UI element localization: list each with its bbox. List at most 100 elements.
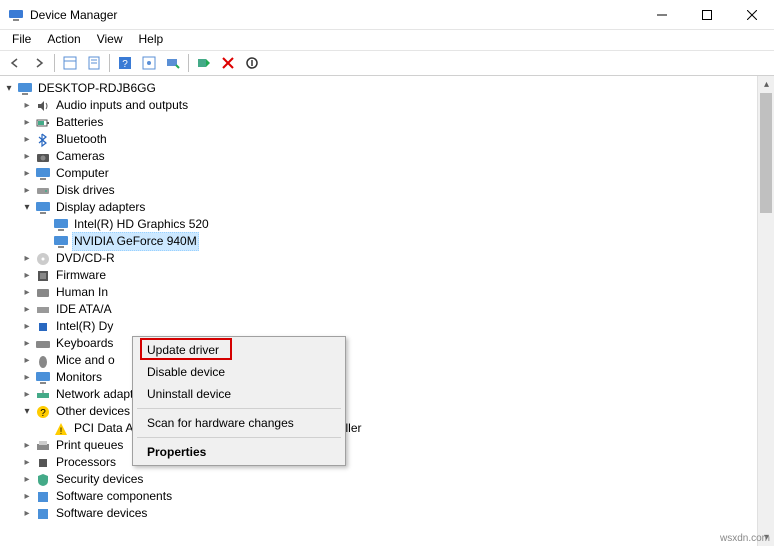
chevron-right-icon[interactable]: ▸ [20, 167, 34, 181]
titlebar: Device Manager [0, 0, 774, 30]
tree-item-swdev[interactable]: ▸ Software devices [20, 505, 774, 522]
tree-item-firmware[interactable]: ▸Firmware [20, 267, 774, 284]
tree-item-dvd[interactable]: ▸ DVD/CD-R [20, 250, 774, 267]
tree-item-ide[interactable]: ▸ IDE ATA/A [20, 301, 774, 318]
ide-icon [35, 302, 51, 318]
watermark: wsxdn.com [720, 533, 770, 544]
tree-label: Intel(R) HD Graphics 520 [72, 216, 211, 233]
tree-item-diskdrives[interactable]: ▸ Disk drives [20, 182, 774, 199]
context-uninstall-device[interactable]: Uninstall device [135, 383, 343, 405]
toolbar: ? [0, 50, 774, 76]
tree-item-computer[interactable]: ▸ Computer [20, 165, 774, 182]
vertical-scrollbar[interactable]: ▴ ▾ [757, 76, 774, 546]
chevron-right-icon[interactable]: ▸ [20, 320, 34, 334]
scroll-up-icon[interactable]: ▴ [758, 76, 774, 93]
tree-label: Computer [54, 165, 111, 182]
chevron-right-icon[interactable]: ▸ [20, 184, 34, 198]
maximize-button[interactable] [684, 0, 729, 30]
svg-text:?: ? [40, 408, 46, 419]
component-icon [35, 489, 51, 505]
disable-button[interactable] [241, 52, 263, 74]
tree-label: Print queues [54, 437, 125, 454]
uninstall-button[interactable] [217, 52, 239, 74]
tree-item-audio[interactable]: ▸Audio inputs and outputs [20, 97, 774, 114]
back-button[interactable] [4, 52, 26, 74]
chevron-right-icon[interactable]: ▸ [20, 337, 34, 351]
display-icon [35, 200, 51, 216]
chevron-right-icon[interactable]: ▸ [20, 490, 34, 504]
tree-item-display-nvidia[interactable]: NVIDIA GeForce 940M [38, 233, 774, 250]
chevron-right-icon[interactable]: ▸ [20, 269, 34, 283]
minimize-button[interactable] [639, 0, 684, 30]
scrollbar-thumb[interactable] [760, 93, 772, 213]
tree-label: Disk drives [54, 182, 117, 199]
context-properties[interactable]: Properties [135, 441, 343, 463]
audio-icon [35, 98, 51, 114]
chevron-right-icon[interactable]: ▸ [20, 133, 34, 147]
device-manager-icon [8, 7, 24, 23]
chevron-right-icon[interactable]: ▸ [20, 388, 34, 402]
toolbar-sep [188, 54, 189, 72]
chevron-down-icon[interactable]: ▾ [20, 405, 34, 419]
tree-item-display-intel[interactable]: Intel(R) HD Graphics 520 [38, 216, 774, 233]
chevron-right-icon[interactable]: ▸ [20, 303, 34, 317]
battery-icon [35, 115, 51, 131]
tree-label: DVD/CD-R [54, 250, 117, 267]
properties-button[interactable] [83, 52, 105, 74]
hid-icon [35, 285, 51, 301]
chevron-right-icon[interactable]: ▸ [20, 286, 34, 300]
tree-item-swcomp[interactable]: ▸Software components [20, 488, 774, 505]
tree-item-cameras[interactable]: ▸ Cameras [20, 148, 774, 165]
display-icon [53, 234, 69, 250]
tree-label: Cameras [54, 148, 107, 165]
chevron-right-icon[interactable]: ▸ [20, 371, 34, 385]
tree-label: IDE ATA/A [54, 301, 114, 318]
warning-icon: ! [53, 421, 69, 437]
context-disable-device[interactable]: Disable device [135, 361, 343, 383]
action-button[interactable] [138, 52, 160, 74]
chevron-right-icon[interactable]: ▸ [20, 99, 34, 113]
tree-label: Intel(R) Dy [54, 318, 115, 335]
chevron-right-icon[interactable]: ▸ [20, 252, 34, 266]
chevron-right-icon[interactable]: ▸ [20, 354, 34, 368]
chevron-right-icon[interactable]: ▸ [20, 150, 34, 164]
chevron-right-icon[interactable]: ▸ [20, 507, 34, 521]
tree-label: Mice and o [54, 352, 117, 369]
tree-item-batteries[interactable]: ▸Batteries [20, 114, 774, 131]
tree-root[interactable]: ▾ DESKTOP-RDJB6GG [2, 80, 774, 97]
forward-button[interactable] [28, 52, 50, 74]
keyboard-icon [35, 336, 51, 352]
chevron-right-icon[interactable]: ▸ [20, 456, 34, 470]
menu-help[interactable]: Help [131, 30, 172, 50]
mouse-icon [35, 353, 51, 369]
tree-item-display[interactable]: ▾ Display adapters [20, 199, 774, 216]
tree-label: Keyboards [54, 335, 115, 352]
tree-item-intelr[interactable]: ▸ Intel(R) Dy [20, 318, 774, 335]
close-button[interactable] [729, 0, 774, 30]
chevron-down-icon[interactable]: ▾ [2, 82, 16, 96]
help-button[interactable]: ? [114, 52, 136, 74]
menu-view[interactable]: View [89, 30, 131, 50]
scan-button[interactable] [162, 52, 184, 74]
chevron-down-icon[interactable]: ▾ [20, 201, 34, 215]
show-hide-tree-button[interactable] [59, 52, 81, 74]
menu-file[interactable]: File [4, 30, 39, 50]
tree-label: Display adapters [54, 199, 147, 216]
tree-item-security[interactable]: ▸Security devices [20, 471, 774, 488]
chevron-right-icon[interactable]: ▸ [20, 116, 34, 130]
update-driver-button[interactable] [193, 52, 215, 74]
content-area: ▾ DESKTOP-RDJB6GG ▸Audio inputs and outp… [0, 76, 774, 546]
tree-item-hid[interactable]: ▸Human In [20, 284, 774, 301]
network-icon [35, 387, 51, 403]
chevron-right-icon[interactable]: ▸ [20, 473, 34, 487]
menu-action[interactable]: Action [39, 30, 88, 50]
context-scan[interactable]: Scan for hardware changes [135, 412, 343, 434]
context-update-driver[interactable]: Update driver [135, 339, 343, 361]
display-icon [53, 217, 69, 233]
context-sep [137, 408, 341, 409]
tree-item-bluetooth[interactable]: ▸ Bluetooth [20, 131, 774, 148]
tree-label: Software devices [54, 505, 149, 522]
shield-icon [35, 472, 51, 488]
tree-label: Bluetooth [54, 131, 109, 148]
chevron-right-icon[interactable]: ▸ [20, 439, 34, 453]
